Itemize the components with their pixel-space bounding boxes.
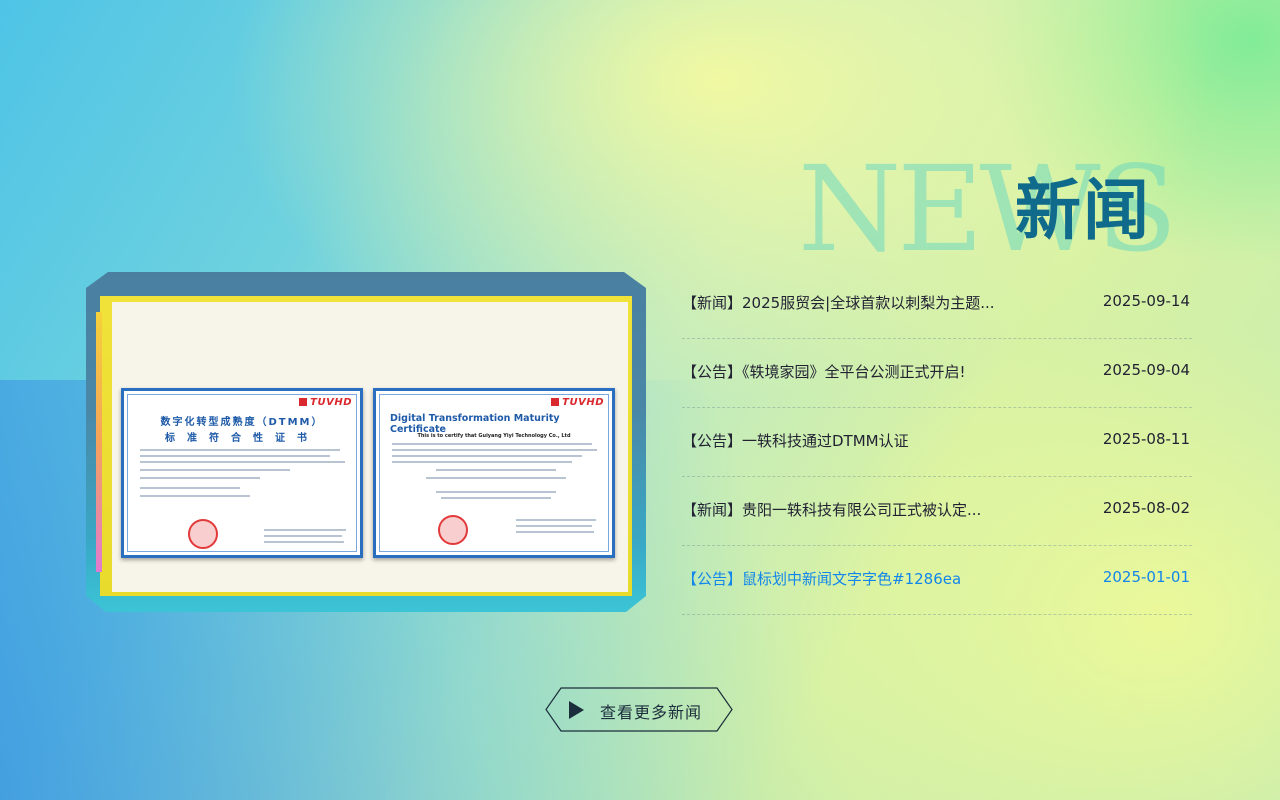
news-item-title[interactable]: 【新闻】贵阳一轶科技有限公司正式被认定... xyxy=(682,499,981,520)
news-item-date: 2025-08-11 xyxy=(1102,430,1190,448)
news-item-date: 2025-08-02 xyxy=(1102,499,1190,517)
news-item-title[interactable]: 【公告】鼠标划中新闻文字字色#1286ea xyxy=(682,568,961,589)
certificate-panel: TUVHD 数字化转型成熟度（DTMM） 标准符合性证书 TUVHD Digit… xyxy=(112,302,628,592)
news-item-title[interactable]: 【新闻】2025服贸会|全球首款以刺梨为主题... xyxy=(682,292,995,313)
shield-icon xyxy=(551,398,560,406)
certificate-title: 数字化转型成熟度（DTMM） xyxy=(160,417,324,428)
certificate-brand-logo: TUVHD xyxy=(299,397,352,408)
section-heading: NEWS 新闻 xyxy=(790,150,1210,280)
certificate-brand-logo: TUVHD xyxy=(551,397,604,408)
play-arrow-icon xyxy=(569,701,584,719)
news-item[interactable]: 【新闻】2025服贸会|全球首款以刺梨为主题... 2025-09-14 xyxy=(682,270,1192,339)
view-more-label: 查看更多新闻 xyxy=(600,703,703,722)
certificate-subtitle: 标准符合性证书 xyxy=(165,433,319,444)
view-more-news-button[interactable]: 查看更多新闻 xyxy=(545,687,733,732)
news-item[interactable]: 【新闻】贵阳一轶科技有限公司正式被认定... 2025-08-02 xyxy=(682,477,1192,546)
news-item-title[interactable]: 【公告】一轶科技通过DTMM认证 xyxy=(682,430,909,451)
news-item-date: 2025-09-14 xyxy=(1102,292,1190,310)
news-list: 【新闻】2025服贸会|全球首款以刺梨为主题... 2025-09-14 【公告】《… xyxy=(682,270,1192,615)
certificate-showcase: TUVHD 数字化转型成熟度（DTMM） 标准符合性证书 TUVHD Digit… xyxy=(86,272,646,612)
certificate-image-en: TUVHD Digital Transformation Maturity Ce… xyxy=(373,388,615,558)
frame-edge-accent xyxy=(96,312,102,572)
seal-icon xyxy=(438,515,468,545)
certificate-title: Digital Transformation Maturity Certific… xyxy=(390,413,560,435)
seal-icon xyxy=(188,519,218,549)
news-item-title[interactable]: 【公告】《轶境家园》全平台公测正式开启! xyxy=(682,361,966,382)
shield-icon xyxy=(299,398,308,406)
news-item-date: 2025-01-01 xyxy=(1102,568,1190,586)
certificate-image-cn: TUVHD 数字化转型成熟度（DTMM） 标准符合性证书 xyxy=(121,388,363,558)
news-item[interactable]: 【公告】一轶科技通过DTMM认证 2025-08-11 xyxy=(682,408,1192,477)
news-item[interactable]: 【公告】《轶境家园》全平台公测正式开启! 2025-09-04 xyxy=(682,339,1192,408)
page-title: 新闻 xyxy=(1015,172,1151,249)
news-item-date: 2025-09-04 xyxy=(1102,361,1190,379)
certificate-subtitle: This is to certify that Guiyang Yiyi Tec… xyxy=(417,433,571,439)
news-item[interactable]: 【公告】鼠标划中新闻文字字色#1286ea 2025-01-01 xyxy=(682,546,1192,615)
